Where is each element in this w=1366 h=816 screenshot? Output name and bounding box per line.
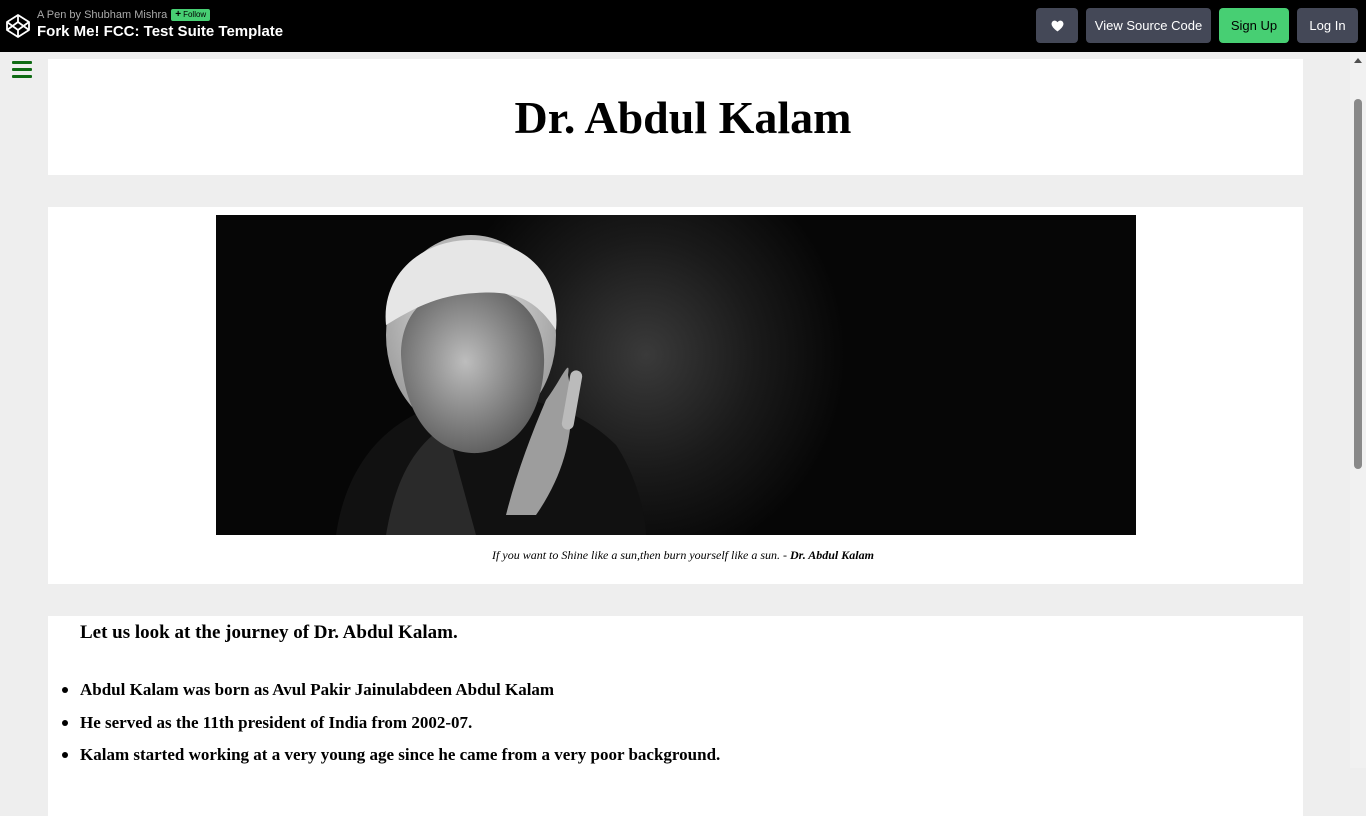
sign-up-button[interactable]: Sign Up bbox=[1219, 8, 1289, 43]
quote-author: Dr. Abdul Kalam bbox=[790, 548, 874, 562]
codepen-logo-icon[interactable] bbox=[5, 13, 31, 39]
vertical-scrollbar[interactable] bbox=[1350, 52, 1366, 768]
quote-caption: If you want to Shine like a sun,then bur… bbox=[0, 548, 1366, 563]
log-in-button[interactable]: Log In bbox=[1297, 8, 1358, 43]
portrait-illustration bbox=[336, 235, 646, 535]
menu-icon[interactable] bbox=[12, 61, 32, 79]
view-source-button[interactable]: View Source Code bbox=[1086, 8, 1211, 43]
menu-bar bbox=[12, 75, 32, 78]
list-item: Abdul Kalam was born as Avul Pakir Jainu… bbox=[61, 679, 720, 712]
scroll-up-arrow-icon[interactable] bbox=[1354, 58, 1362, 63]
journey-heading: Let us look at the journey of Dr. Abdul … bbox=[80, 622, 458, 643]
page-title: Dr. Abdul Kalam bbox=[514, 92, 852, 143]
heart-icon bbox=[1051, 20, 1063, 31]
codepen-header: A Pen by Shubham Mishra + Follow Fork Me… bbox=[0, 0, 1366, 52]
scrollbar-thumb[interactable] bbox=[1354, 99, 1362, 469]
heart-button[interactable] bbox=[1036, 8, 1078, 43]
menu-bar bbox=[12, 61, 32, 64]
list-item: Kalam started working at a very young ag… bbox=[61, 744, 720, 777]
quote-text: If you want to Shine like a sun,then bur… bbox=[492, 548, 791, 562]
pen-author-line: A Pen by Shubham Mishra + Follow bbox=[37, 9, 211, 21]
list-item: He served as the 11th president of India… bbox=[61, 712, 720, 745]
facts-list: Abdul Kalam was born as Avul Pakir Jainu… bbox=[61, 679, 720, 777]
pen-title: Fork Me! FCC: Test Suite Template bbox=[37, 23, 284, 40]
pen-author-text[interactable]: A Pen by Shubham Mishra bbox=[37, 9, 167, 21]
menu-bar bbox=[12, 68, 32, 71]
follow-button[interactable]: + Follow bbox=[171, 9, 211, 21]
follow-label: Follow bbox=[183, 10, 207, 19]
portrait-image bbox=[216, 215, 1136, 535]
plus-icon: + bbox=[175, 9, 182, 20]
